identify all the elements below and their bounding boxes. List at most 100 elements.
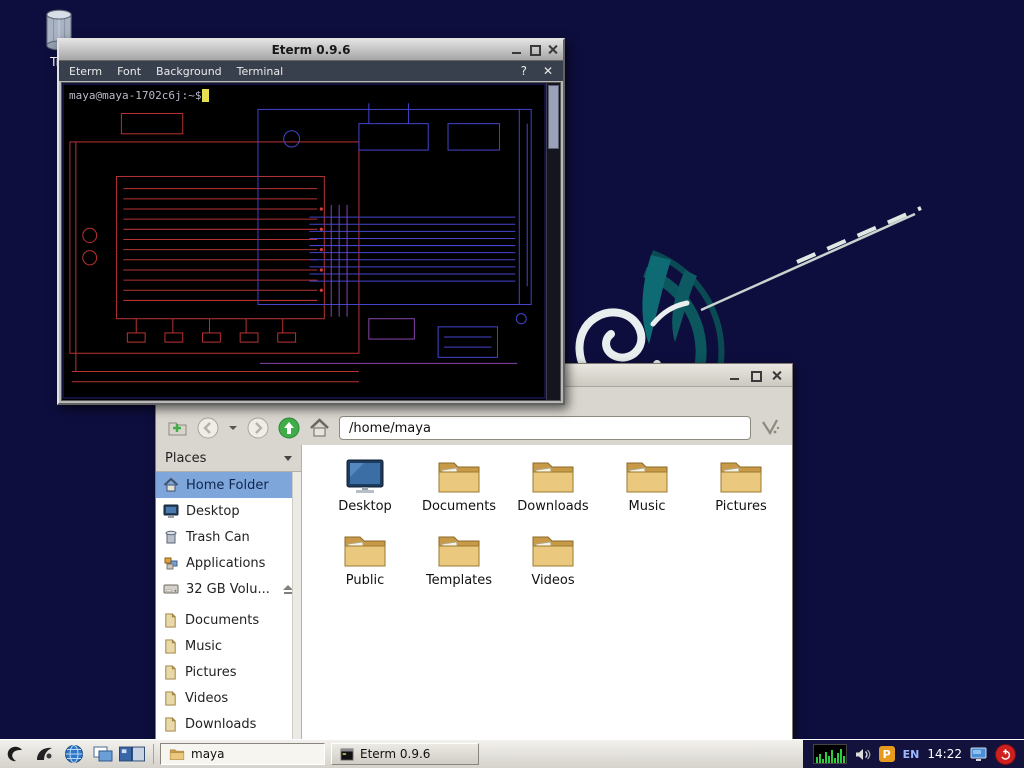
display-tray-icon[interactable] — [970, 747, 987, 762]
power-icon — [1000, 748, 1011, 760]
file-grid: Desktop Documents Downloads Music Pictur… — [318, 453, 788, 601]
web-browser-launcher[interactable] — [61, 742, 87, 766]
document-icon — [165, 612, 176, 628]
folder-icon — [720, 462, 762, 493]
power-button[interactable] — [995, 743, 1016, 765]
up-button[interactable] — [278, 417, 300, 439]
eterm-title: Eterm 0.9.6 — [271, 43, 351, 57]
menubar-close-button[interactable]: ✕ — [543, 64, 553, 78]
file-manager-window: Places Home Folder — [155, 363, 793, 740]
history-dropdown-button[interactable] — [228, 424, 238, 432]
drive-icon — [163, 584, 179, 594]
file-manager-body: Places Home Folder Desktop Trash Can App… — [156, 445, 792, 739]
folder-icon — [438, 536, 480, 567]
terminal-cursor — [202, 89, 210, 102]
sidebar-item-trash-can[interactable]: Trash Can — [156, 524, 301, 550]
terminal-area[interactable]: maya@maya-1702c6j:~$ — [61, 82, 561, 401]
chevron-down-icon — [284, 455, 292, 461]
chevron-down-icon — [229, 426, 237, 430]
file-icon-music[interactable]: Music — [600, 453, 694, 527]
folder-icon — [626, 462, 668, 493]
path-bar — [339, 416, 751, 440]
terminal-prompt: maya@maya-1702c6j:~$ — [69, 89, 210, 102]
forward-button[interactable] — [247, 417, 269, 439]
sidebar-item-music[interactable]: Music — [156, 633, 301, 659]
menu-font[interactable]: Font — [117, 65, 141, 78]
file-icon-templates[interactable]: Templates — [412, 527, 506, 601]
keyboard-layout-indicator[interactable]: EN — [903, 748, 920, 761]
document-icon — [165, 664, 176, 680]
places-selector[interactable]: Places — [156, 445, 301, 472]
home-button[interactable] — [309, 418, 330, 438]
file-icon-documents[interactable]: Documents — [412, 453, 506, 527]
close-button[interactable] — [770, 369, 783, 382]
sidebar-item-documents[interactable]: Documents — [156, 607, 301, 633]
back-button[interactable] — [197, 417, 219, 439]
eterm-menubar: Eterm Font Background Terminal ? ✕ — [59, 60, 563, 81]
icon-view: Desktop Documents Downloads Music Pictur… — [302, 445, 792, 739]
menu-background[interactable]: Background — [156, 65, 222, 78]
clock[interactable]: 14:22 — [927, 747, 962, 761]
home-icon — [163, 477, 179, 492]
minimize-button[interactable] — [728, 369, 741, 382]
start-menu-button[interactable] — [3, 742, 29, 766]
sidebar-item-home-folder[interactable]: Home Folder — [156, 472, 301, 498]
path-input[interactable] — [339, 416, 751, 440]
menu-terminal[interactable]: Terminal — [237, 65, 284, 78]
circuit-schematic-background — [62, 83, 546, 399]
places-label: Places — [165, 450, 207, 466]
minimize-button[interactable] — [510, 43, 523, 56]
sidebar-item-downloads[interactable]: Downloads — [156, 711, 301, 737]
windows-icon — [93, 746, 113, 762]
menu-logo-icon — [7, 746, 22, 762]
sidebar-item-videos[interactable]: Videos — [156, 685, 301, 711]
eterm-window: Eterm 0.9.6 Eterm Font Background Termin… — [57, 38, 565, 405]
sidebar-item-applications[interactable]: Applications — [156, 550, 301, 576]
maximize-button[interactable] — [749, 369, 762, 382]
taskbar-separator — [153, 744, 154, 764]
help-button[interactable]: ? — [521, 64, 527, 78]
desktop-folder-icon — [346, 459, 384, 493]
terminal-scrollbar[interactable] — [546, 83, 560, 400]
scrollbar-thumb[interactable] — [548, 85, 559, 149]
sidebar-item-desktop[interactable]: Desktop — [156, 498, 301, 524]
jump-to-button[interactable] — [760, 418, 780, 438]
folder-icon — [532, 536, 574, 567]
file-icon-downloads[interactable]: Downloads — [506, 453, 600, 527]
folder-icon — [169, 749, 185, 760]
file-icon-pictures[interactable]: Pictures — [694, 453, 788, 527]
volume-icon[interactable] — [855, 748, 871, 761]
taskbar-task-eterm[interactable]: Eterm 0.9.6 — [331, 743, 479, 765]
file-manager-launcher[interactable] — [32, 742, 58, 766]
forward-icon — [247, 417, 269, 439]
places-list: Home Folder Desktop Trash Can Applicatio… — [156, 472, 301, 739]
iconify-windows-button[interactable] — [90, 742, 116, 766]
document-icon — [165, 638, 176, 654]
new-tab-button[interactable] — [168, 419, 188, 437]
file-manager-toolbar — [156, 411, 792, 445]
close-button[interactable] — [546, 43, 559, 56]
eterm-titlebar[interactable]: Eterm 0.9.6 — [59, 40, 563, 60]
tray-icon-p[interactable]: P — [878, 746, 895, 762]
sidebar: Places Home Folder Desktop Trash Can App… — [156, 445, 302, 739]
file-icon-desktop[interactable]: Desktop — [318, 453, 412, 527]
file-icon-videos[interactable]: Videos — [506, 527, 600, 601]
pager-icon — [119, 746, 145, 762]
taskbar-task-maya[interactable]: maya — [160, 743, 325, 765]
system-tray: P EN 14:22 — [802, 740, 1024, 768]
sidebar-scrollbar[interactable] — [292, 472, 301, 739]
desktop-pager[interactable] — [119, 742, 145, 766]
jump-to-icon — [762, 419, 780, 436]
desktop: Tra — [0, 0, 1024, 768]
new-tab-icon — [168, 422, 187, 436]
taskbar: maya Eterm 0.9.6 P EN 14:22 — [0, 739, 1024, 768]
sidebar-item-pictures[interactable]: Pictures — [156, 659, 301, 685]
file-icon-public[interactable]: Public — [318, 527, 412, 601]
home-icon — [310, 418, 329, 437]
menu-eterm[interactable]: Eterm — [69, 65, 102, 78]
document-icon — [165, 690, 176, 706]
sidebar-item-volume[interactable]: 32 GB Volu... — [156, 576, 301, 602]
maximize-button[interactable] — [528, 43, 541, 56]
back-icon — [197, 417, 219, 439]
cpu-monitor[interactable] — [812, 744, 847, 764]
